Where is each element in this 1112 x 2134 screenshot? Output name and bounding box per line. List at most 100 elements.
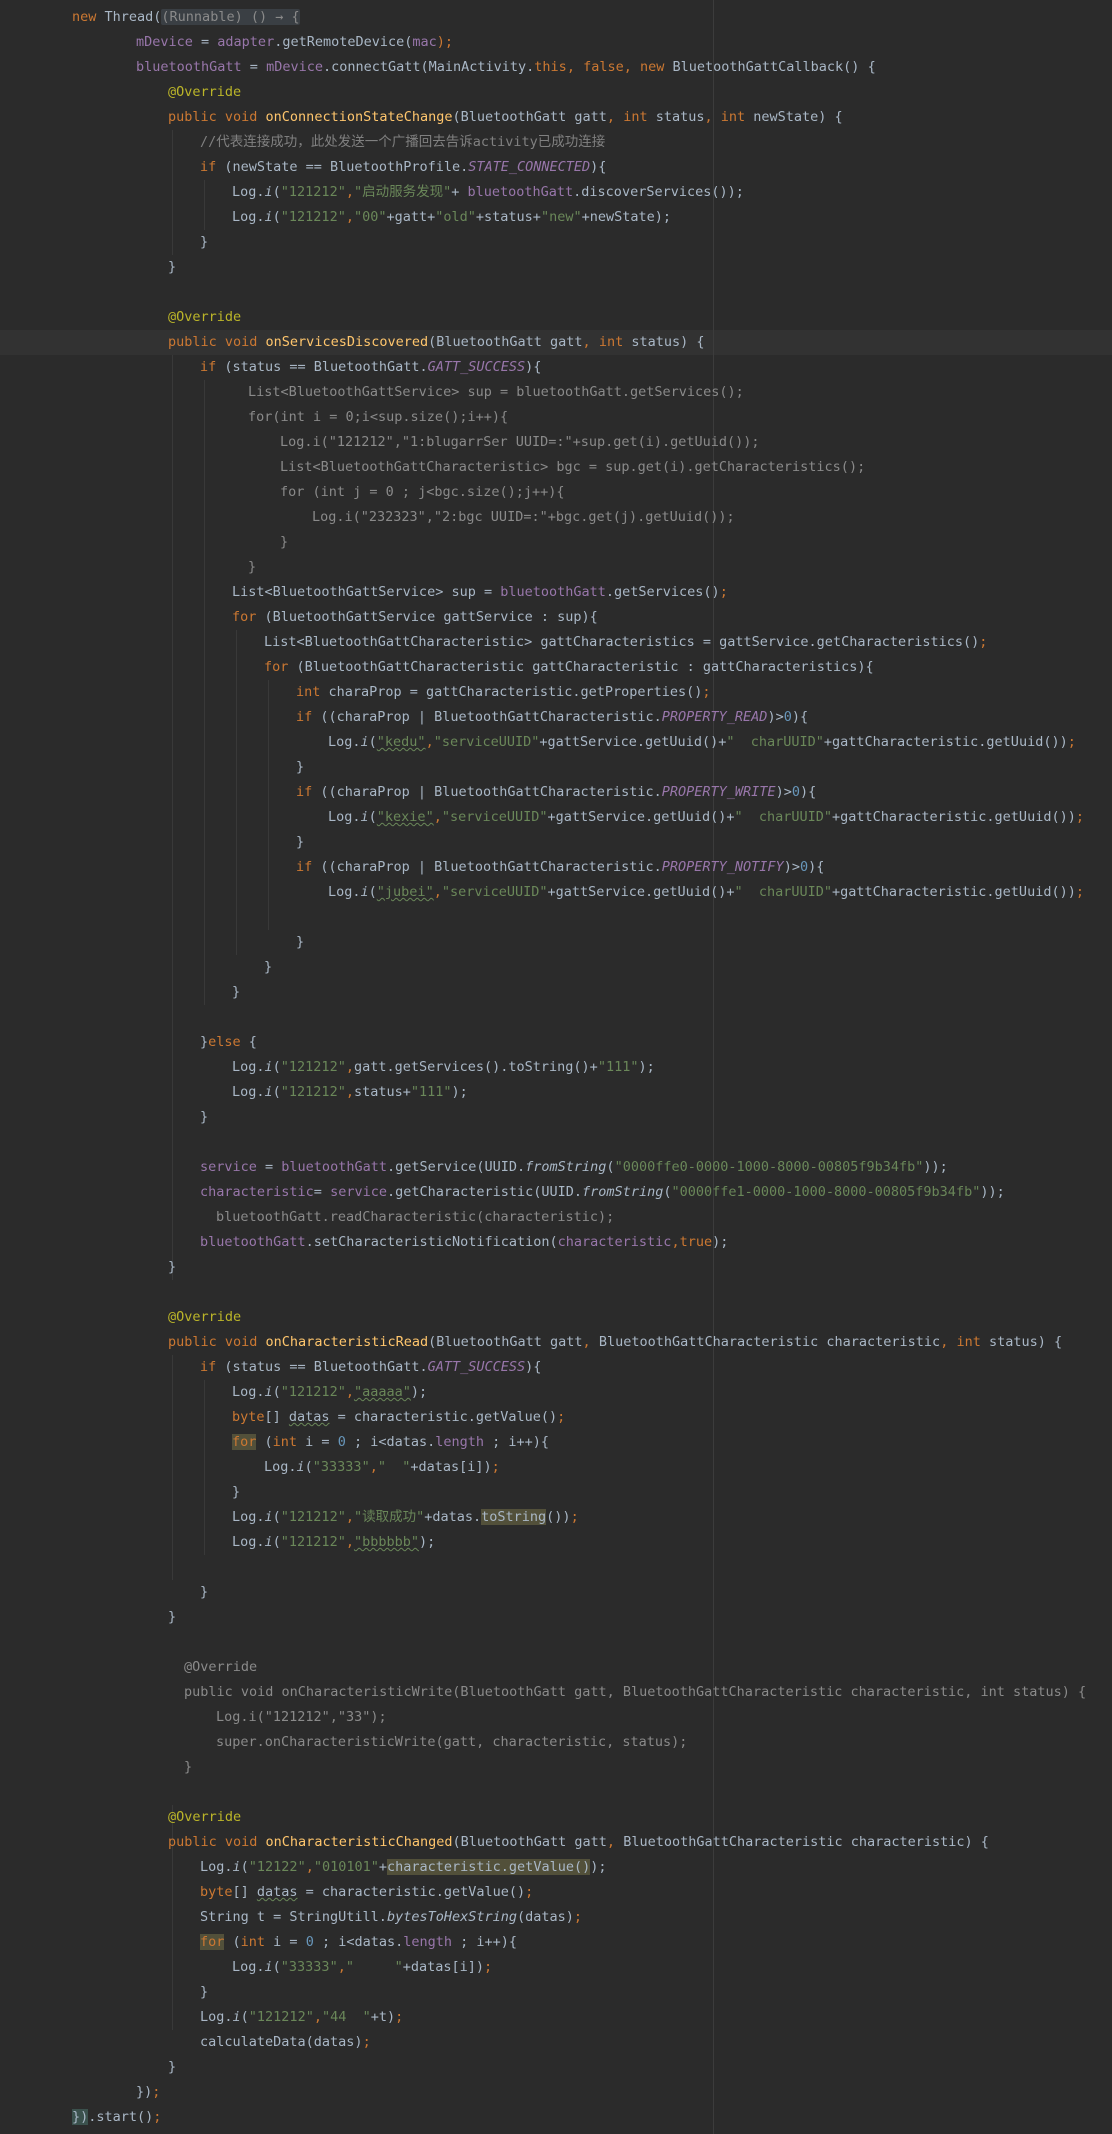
code-line[interactable]: @Override: [168, 80, 241, 105]
code-line[interactable]: for (BluetoothGattService gattService : …: [232, 605, 598, 630]
code-line[interactable]: }).start();: [72, 2105, 161, 2130]
code-line[interactable]: bluetoothGatt.setCharacteristicNotificat…: [200, 1230, 728, 1255]
code-line[interactable]: mDevice = adapter.getRemoteDevice(mac);: [136, 30, 453, 55]
code-line[interactable]: Log.i("121212","bbbbbb");: [232, 1530, 435, 1555]
code-line[interactable]: Log.i("121212","1:blugarrSer UUID=:"+sup…: [280, 430, 760, 455]
code-line[interactable]: String t = StringUtill.bytesToHexString(…: [200, 1905, 582, 1930]
code-line[interactable]: }: [200, 230, 208, 255]
code-line[interactable]: bluetoothGatt = mDevice.connectGatt(Main…: [136, 55, 876, 80]
code-line[interactable]: Log.i("121212","00"+gatt+"old"+status+"n…: [232, 205, 671, 230]
code-line[interactable]: Log.i("33333"," "+datas[i]);: [264, 1455, 500, 1480]
code-line[interactable]: });: [136, 2080, 160, 2105]
code-line[interactable]: }: [168, 255, 176, 280]
code-token: ){: [525, 1359, 542, 1375]
code-line[interactable]: public void onConnectionStateChange(Blue…: [168, 105, 843, 130]
code-line[interactable]: @Override: [168, 1305, 241, 1330]
code-line[interactable]: }: [296, 930, 304, 955]
code-line[interactable]: for (int j = 0 ; j<bgc.size();j++){: [280, 480, 564, 505]
code-line[interactable]: }: [280, 530, 288, 555]
code-line[interactable]: for(int i = 0;i<sup.size();i++){: [248, 405, 508, 430]
code-token: (newState == BluetoothProfile.: [224, 159, 469, 175]
code-line[interactable]: @Override: [184, 1655, 257, 1680]
code-token: datas: [288, 1409, 330, 1425]
code-line[interactable]: List<BluetoothGattService> sup = bluetoo…: [248, 380, 744, 405]
code-token: gatt.getServices().toString()+: [353, 1059, 598, 1075]
code-line[interactable]: public void onCharacteristicRead(Bluetoo…: [168, 1330, 1062, 1355]
code-line[interactable]: @Override: [168, 1805, 241, 1830]
code-line[interactable]: }: [200, 1105, 208, 1130]
code-line[interactable]: Log.i("jubei","serviceUUID"+gattService.…: [328, 880, 1084, 905]
code-line[interactable]: }: [168, 1255, 176, 1280]
code-line[interactable]: }: [264, 955, 272, 980]
code-line[interactable]: Log.i("121212","读取成功"+datas.toString());: [232, 1505, 579, 1530]
code-line[interactable]: bluetoothGatt.readCharacteristic(charact…: [216, 1205, 614, 1230]
code-line[interactable]: int charaProp = gattCharacteristic.getPr…: [296, 680, 711, 705]
code-token: )>: [783, 859, 800, 875]
code-line[interactable]: }: [200, 1580, 208, 1605]
code-token: ()): [546, 1509, 571, 1525]
code-token: "121212": [280, 1509, 346, 1525]
code-line[interactable]: }: [168, 2055, 176, 2080]
code-token: ,: [425, 734, 434, 750]
code-line[interactable]: Log.i("121212",status+"111");: [232, 1080, 468, 1105]
indent-guide-line: [204, 380, 205, 1005]
code-line[interactable]: //代表连接成功，此处发送一个广播回去告诉activity已成功连接: [200, 130, 605, 155]
code-token: (status == BluetoothGatt.: [224, 359, 428, 375]
code-line[interactable]: public void onCharacteristicWrite(Blueto…: [184, 1680, 1086, 1705]
code-token: "new": [540, 209, 582, 225]
code-line[interactable]: Log.i("121212","33");: [216, 1705, 387, 1730]
code-line[interactable]: Log.i("12122","010101"+characteristic.ge…: [200, 1855, 606, 1880]
code-line[interactable]: }: [200, 1980, 208, 2005]
code-line[interactable]: Log.i("121212","启动服务发现"+ bluetoothGatt.d…: [232, 180, 744, 205]
code-line[interactable]: Log.i("121212","44 "+t);: [200, 2005, 403, 2030]
code-line[interactable]: }: [232, 980, 240, 1005]
code-line[interactable]: calculateData(datas);: [200, 2030, 371, 2055]
code-line[interactable]: if ((charaProp | BluetoothGattCharacteri…: [296, 705, 808, 730]
code-line[interactable]: new Thread((Runnable) () → {: [72, 5, 300, 30]
code-line[interactable]: for (int i = 0 ; i<datas.length ; i++){: [232, 1430, 549, 1455]
code-line[interactable]: }: [168, 1605, 176, 1630]
code-editor[interactable]: new Thread((Runnable) () → {mDevice = ad…: [0, 0, 1112, 2134]
code-line[interactable]: Log.i("232323","2:bgc UUID=:"+bgc.get(j)…: [312, 505, 735, 530]
code-line[interactable]: List<BluetoothGattService> sup = bluetoo…: [232, 580, 728, 605]
code-line[interactable]: byte[] datas = characteristic.getValue()…: [232, 1405, 565, 1430]
code-token: ;: [153, 2109, 162, 2125]
code-line[interactable]: for (int i = 0 ; i<datas.length ; i++){: [200, 1930, 517, 1955]
code-line[interactable]: List<BluetoothGattCharacteristic> bgc = …: [280, 455, 865, 480]
code-line[interactable]: for (BluetoothGattCharacteristic gattCha…: [264, 655, 874, 680]
code-line[interactable]: public void onCharacteristicChanged(Blue…: [168, 1830, 989, 1855]
code-token: +status+: [475, 209, 541, 225]
code-line[interactable]: if (newState == BluetoothProfile.STATE_C…: [200, 155, 606, 180]
code-token: onServicesDiscovered: [265, 334, 429, 350]
code-line[interactable]: Log.i("kedu","serviceUUID"+gattService.g…: [328, 730, 1076, 755]
code-line[interactable]: List<BluetoothGattCharacteristic> gattCh…: [264, 630, 987, 655]
code-token: true: [679, 1234, 713, 1250]
code-token: }: [232, 984, 241, 1000]
code-line[interactable]: byte[] datas = characteristic.getValue()…: [200, 1880, 533, 1905]
code-line[interactable]: service = bluetoothGatt.getService(UUID.…: [200, 1155, 948, 1180]
code-token: +t): [370, 2009, 396, 2025]
code-line[interactable]: Log.i("121212","aaaaa");: [232, 1380, 427, 1405]
code-line[interactable]: }: [296, 755, 304, 780]
code-token: ,: [345, 1534, 354, 1550]
code-token: i: [360, 809, 369, 825]
code-line[interactable]: }: [248, 555, 256, 580]
code-line[interactable]: }: [232, 1480, 240, 1505]
code-line[interactable]: if ((charaProp | BluetoothGattCharacteri…: [296, 855, 824, 880]
code-token: (: [368, 809, 377, 825]
code-line[interactable]: if (status == BluetoothGatt.GATT_SUCCESS…: [200, 1355, 541, 1380]
code-line[interactable]: @Override: [168, 305, 241, 330]
code-line[interactable]: super.onCharacteristicWrite(gatt, charac…: [216, 1730, 687, 1755]
code-line[interactable]: characteristic= service.getCharacteristi…: [200, 1180, 1005, 1205]
code-line[interactable]: }: [296, 830, 304, 855]
code-token: Log.: [328, 884, 361, 900]
code-line[interactable]: Log.i("kexie","serviceUUID"+gattService.…: [328, 805, 1084, 830]
code-line[interactable]: if (status == BluetoothGatt.GATT_SUCCESS…: [200, 355, 541, 380]
code-line[interactable]: if ((charaProp | BluetoothGattCharacteri…: [296, 780, 816, 805]
code-line[interactable]: }else {: [200, 1030, 257, 1055]
code-token: status: [655, 109, 705, 125]
code-line[interactable]: public void onServicesDiscovered(Bluetoo…: [168, 330, 704, 355]
code-line[interactable]: Log.i("33333"," "+datas[i]);: [232, 1955, 492, 1980]
code-line[interactable]: }: [184, 1755, 192, 1780]
code-line[interactable]: Log.i("121212",gatt.getServices().toStri…: [232, 1055, 655, 1080]
